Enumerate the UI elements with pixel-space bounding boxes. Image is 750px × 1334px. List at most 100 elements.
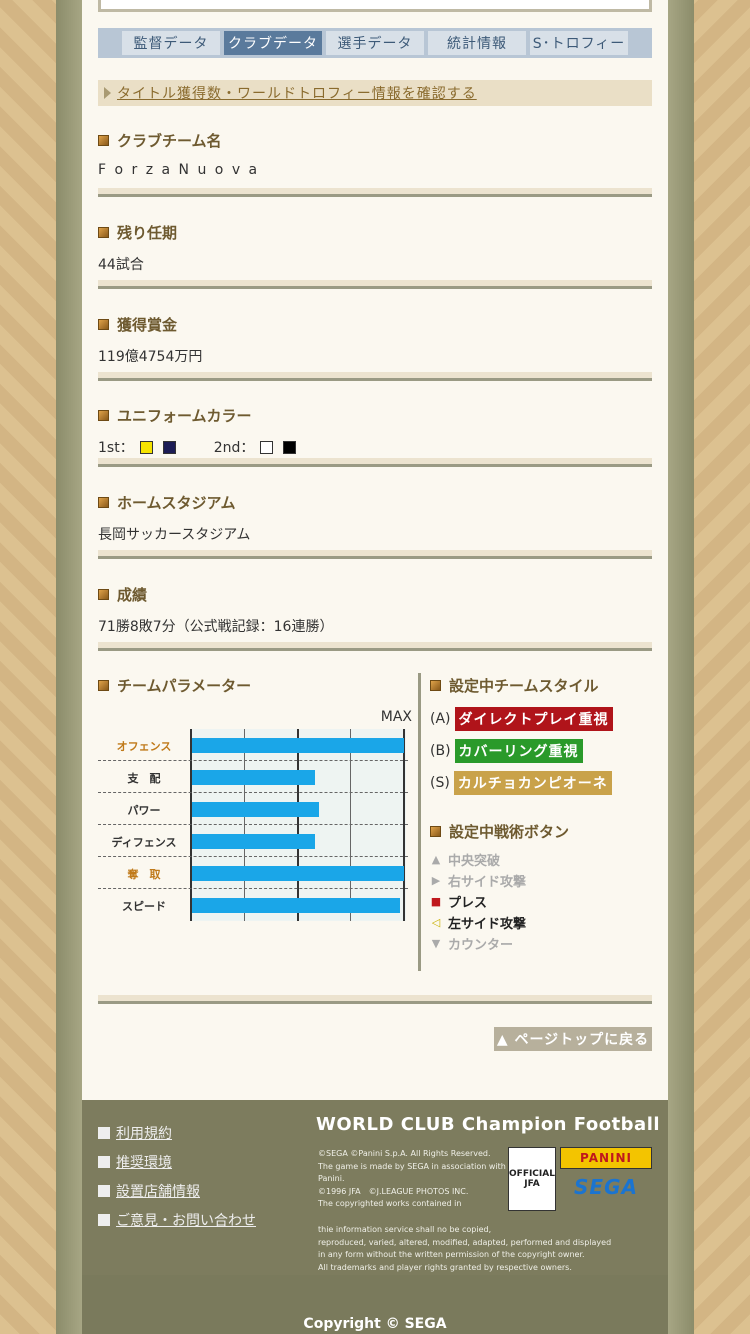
first-uniform-label: 1st： — [98, 440, 134, 456]
top-box — [98, 0, 652, 12]
parameter-label: スピード — [122, 900, 166, 913]
trophy-notice: タイトル獲得数・ワールドトロフィー情報を確認する — [98, 80, 652, 106]
square-bullet-icon — [98, 1155, 110, 1168]
tactic-row: ▼ カウンター — [430, 933, 652, 954]
tactic-row: ■ プレス — [430, 891, 652, 912]
divider — [98, 458, 652, 468]
trophy-info-link[interactable]: タイトル獲得数・ワールドトロフィー情報を確認する — [117, 83, 477, 103]
first-secondary-color-swatch — [162, 440, 176, 454]
bullet-icon — [98, 496, 109, 508]
parameter-bar — [192, 738, 404, 753]
section-term: 残り任期 44試合 — [98, 222, 652, 274]
store-info-link[interactable]: 設置店舗情報 — [116, 1181, 200, 1201]
max-label: MAX — [380, 709, 412, 725]
divider — [98, 372, 652, 382]
section-record: 成績 71勝8敗7分（公式戦記録：16連勝） — [98, 584, 652, 636]
bullet-icon — [98, 318, 109, 330]
tab-s-trophy[interactable]: S･トロフィー — [530, 31, 628, 55]
section-title: ユニフォームカラー — [117, 406, 252, 425]
bullet-icon — [430, 825, 441, 837]
tactic-marker-icon: ◁ — [431, 916, 441, 929]
footer: 利用規約 推奨環境 設置店舗情報 ご意見・お問い合わせ WORLD CLUB C… — [82, 1100, 668, 1275]
section-title: 残り任期 — [117, 223, 178, 242]
page-border-left — [56, 0, 84, 1334]
tactic-label: プレス — [448, 896, 488, 911]
contact-link[interactable]: ご意見・お問い合わせ — [116, 1210, 256, 1230]
team-parameter-panel: チームパラメーター MAX オフェンス支 配パワー ディフェンス奪 取スピード — [98, 675, 416, 921]
parameter-bar — [192, 898, 400, 913]
second-secondary-color-swatch — [283, 440, 297, 454]
bullet-icon — [430, 679, 441, 691]
section-uniform: ユニフォームカラー 1st： 2nd： — [98, 405, 652, 457]
team-style-row: (B) カバーリング重視 — [430, 735, 652, 767]
section-title: 設定中戦術ボタン — [449, 822, 570, 841]
parameter-row: ディフェンス — [98, 825, 408, 857]
square-bullet-icon — [98, 1213, 110, 1226]
section-title: 成績 — [117, 585, 148, 604]
tactic-label: 中央突破 — [448, 854, 501, 869]
parameter-row: オフェンス — [98, 729, 408, 761]
parameter-label: ディフェンス — [111, 836, 177, 849]
record-value: 71勝8敗7分（公式戦記録：16連勝） — [98, 619, 334, 635]
triangle-icon — [104, 87, 111, 99]
bullet-icon — [98, 226, 109, 238]
section-title: 設定中チームスタイル — [449, 676, 599, 695]
tactic-marker-icon: ▲ — [431, 853, 441, 866]
divider — [98, 550, 652, 560]
tactic-row: ▲ 中央突破 — [430, 849, 652, 870]
legal-text-continued: thie information service shall no be cop… — [318, 1225, 612, 1272]
tab-manager-data[interactable]: 監督データ — [122, 31, 220, 55]
tactic-marker-icon: ■ — [430, 895, 442, 908]
divider — [98, 188, 652, 198]
first-primary-color-swatch — [139, 440, 153, 454]
section-title: 獲得賞金 — [117, 315, 178, 334]
bullet-icon — [98, 679, 109, 691]
tactic-row: ▶ 右サイド攻撃 — [430, 870, 652, 891]
bullet-icon — [98, 134, 109, 146]
environment-link[interactable]: 推奨環境 — [116, 1152, 172, 1172]
tactic-row: ◁ 左サイド攻撃 — [430, 912, 652, 933]
team-style-key: (S) — [430, 775, 450, 791]
team-style-row: (A) ダイレクトプレイ重視 — [430, 703, 652, 735]
square-bullet-icon — [98, 1184, 110, 1197]
divider — [98, 995, 652, 1005]
divider — [98, 642, 652, 652]
square-bullet-icon — [98, 1126, 110, 1139]
parameter-row: スピード — [98, 889, 408, 921]
team-style-panel: 設定中チームスタイル (A) ダイレクトプレイ重視 (B) カバーリング重視 (S) カル… — [430, 675, 652, 954]
tactic-label: カウンター — [448, 938, 514, 953]
team-style-tag: カバーリング重視 — [454, 739, 583, 763]
parameter-chart: オフェンス支 配パワー ディフェンス奪 取スピード — [98, 729, 408, 921]
divider — [98, 280, 652, 290]
tab-statistics[interactable]: 統計情報 — [428, 31, 526, 55]
section-prize: 獲得賞金 119億4754万円 — [98, 314, 652, 366]
tactic-marker-icon: ▶ — [431, 874, 441, 887]
background-right — [692, 0, 750, 1334]
tab-bar: 監督データ クラブデータ 選手データ 統計情報 S･トロフィー — [98, 28, 652, 58]
background-left — [0, 0, 58, 1334]
section-title: クラブチーム名 — [117, 131, 222, 150]
team-style-tag: カルチョカンピオーネ — [453, 771, 612, 795]
tab-player-data[interactable]: 選手データ — [326, 31, 424, 55]
second-primary-color-swatch — [260, 440, 274, 454]
parameter-label: パワー — [127, 804, 161, 817]
section-club-name: クラブチーム名 F o r z a N u o v a — [98, 130, 652, 178]
prize-value: 119億4754万円 — [98, 349, 203, 365]
terms-link[interactable]: 利用規約 — [116, 1123, 172, 1143]
parameter-bar — [192, 834, 315, 849]
team-style-tag: ダイレクトプレイ重視 — [454, 707, 613, 731]
stadium-value: 長岡サッカースタジアム — [98, 527, 251, 543]
page-border-right — [666, 0, 694, 1334]
parameter-bar — [192, 770, 315, 785]
parameter-row: 奪 取 — [98, 857, 408, 889]
section-title: ホームスタジアム — [117, 493, 236, 512]
section-title: チームパラメーター — [117, 676, 252, 695]
bullet-icon — [98, 409, 109, 421]
second-uniform-label: 2nd： — [213, 440, 255, 456]
page-top-button[interactable]: ▲ ページトップに戻る — [494, 1027, 652, 1051]
tab-club-data[interactable]: クラブデータ — [224, 31, 322, 55]
parameter-bar — [192, 866, 404, 881]
parameter-label: 奪 取 — [127, 868, 161, 881]
parameter-row: パワー — [98, 793, 408, 825]
team-style-key: (B) — [430, 743, 451, 759]
